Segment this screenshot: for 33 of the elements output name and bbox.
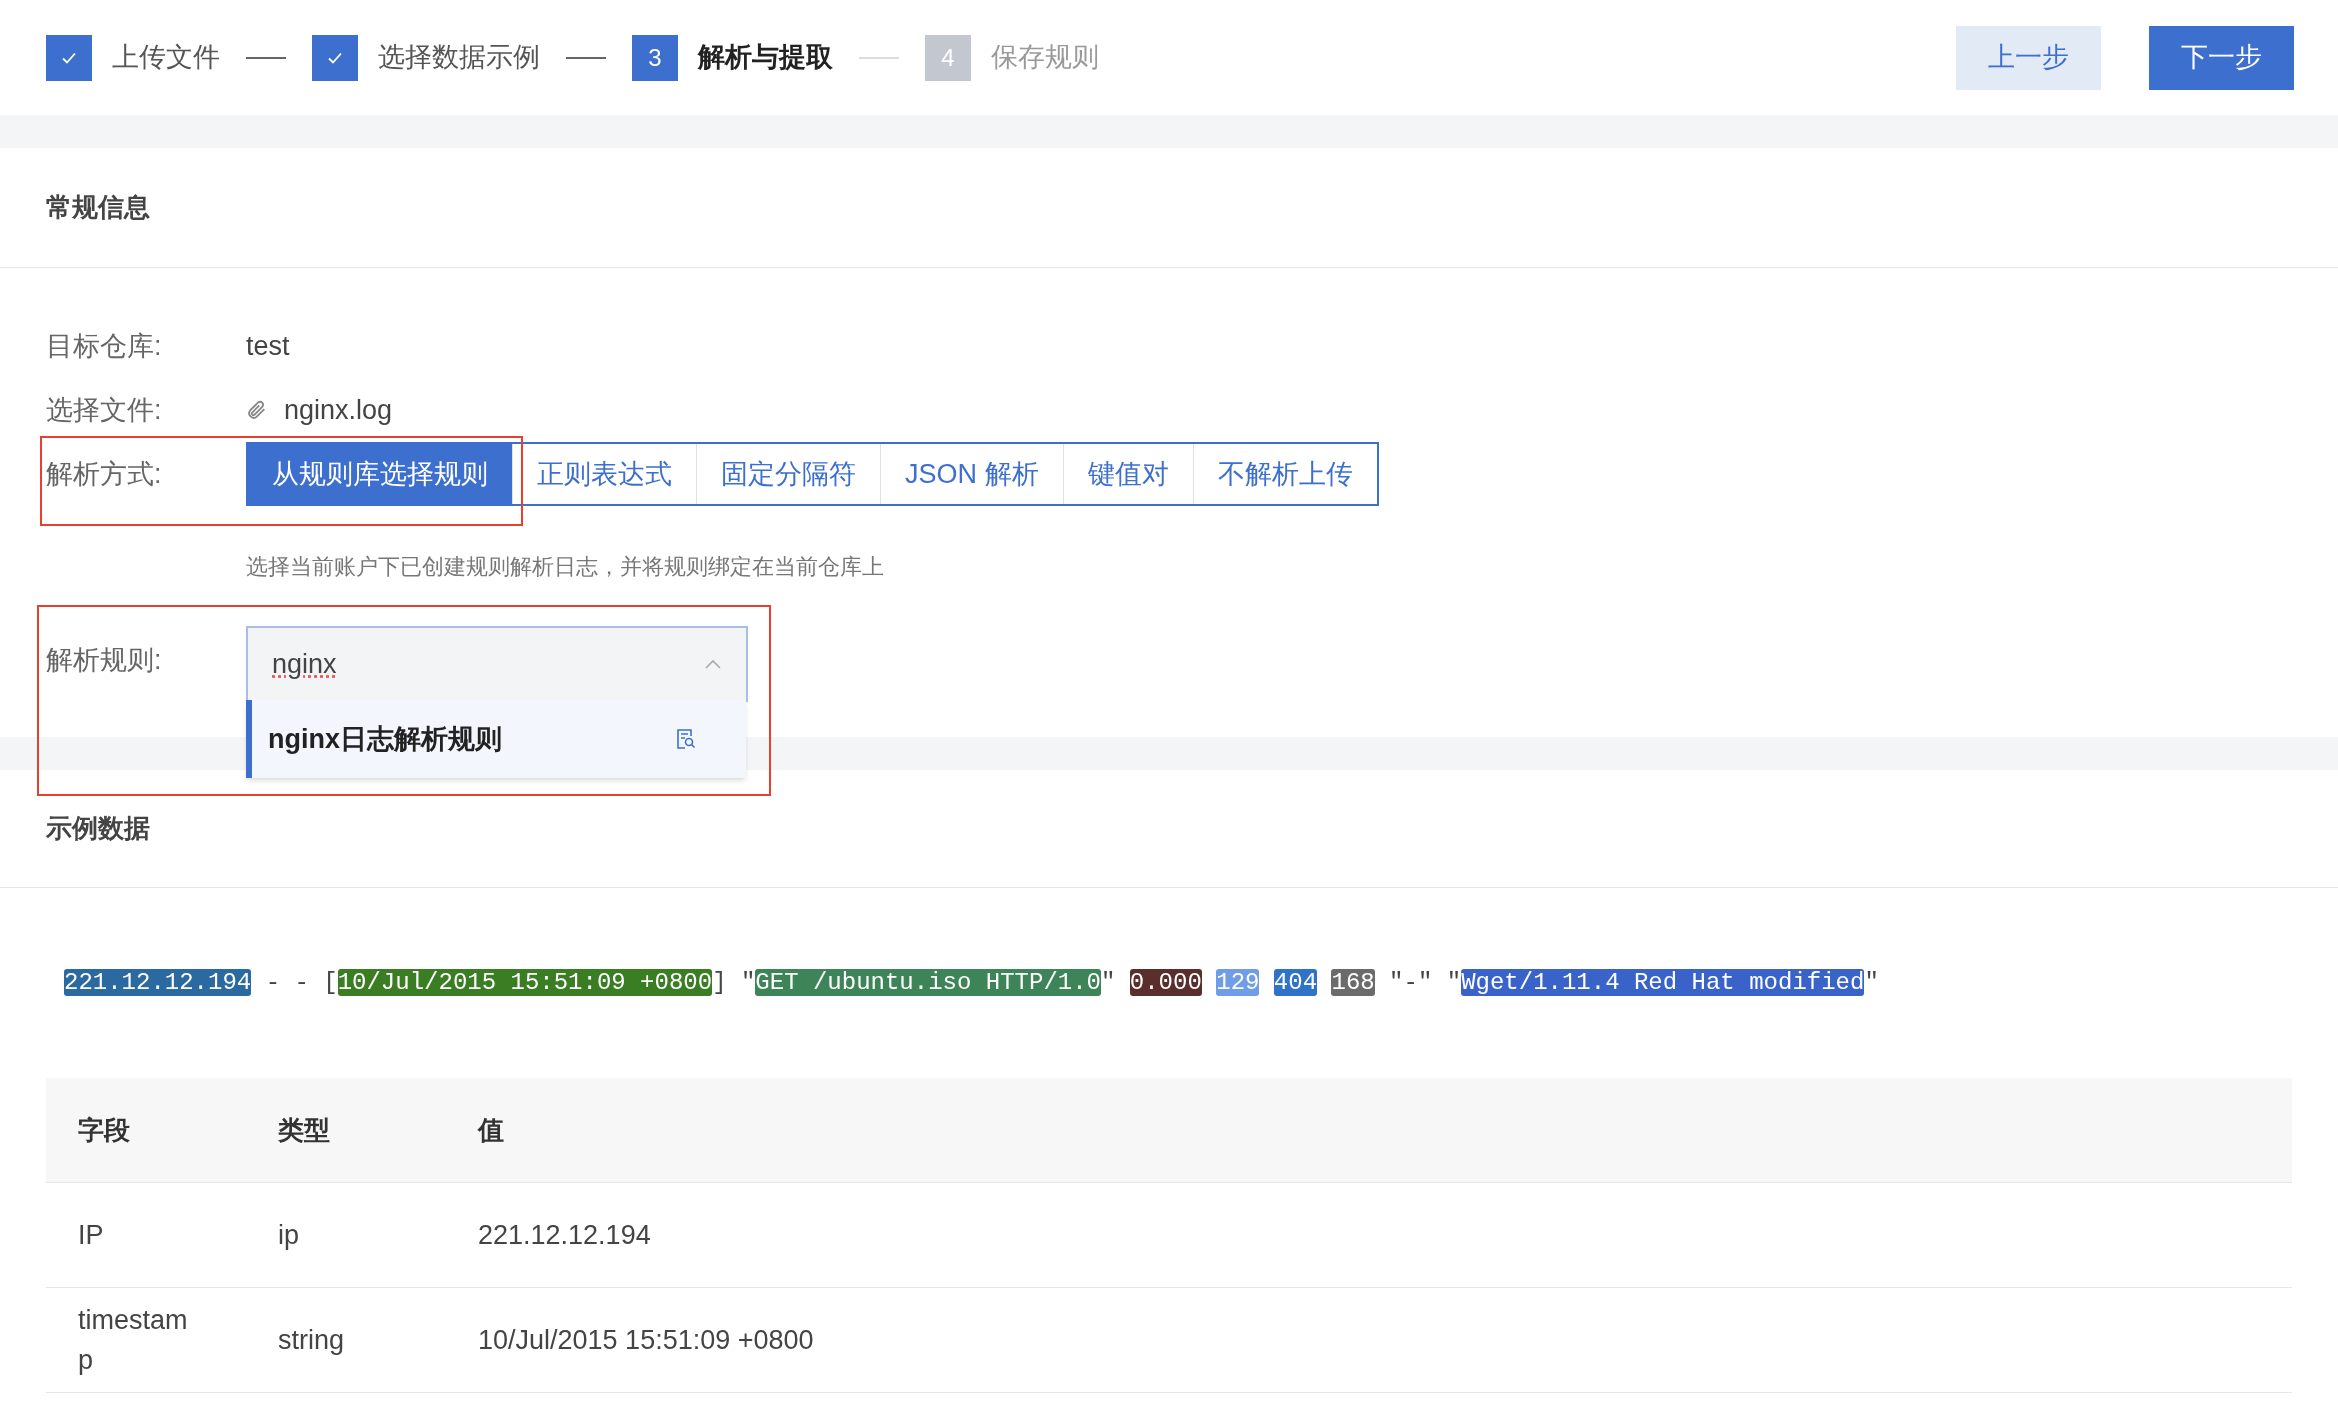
field-value: test <box>246 329 290 363</box>
table-cell-text: timestamp <box>78 1304 189 1377</box>
field-label: 解析规则: <box>46 644 163 677</box>
field-label: 目标仓库: <box>46 329 163 363</box>
chevron-up-icon <box>704 658 722 670</box>
column-header: 类型 <box>278 1114 330 1145</box>
table-cell-text: string <box>278 1324 345 1357</box>
field-value: nginx.log <box>284 393 393 427</box>
step-label: 上传文件 <box>112 41 220 75</box>
parse-mode-tab[interactable]: 从规则库选择规则 <box>248 444 512 504</box>
step-label: 解析与提取 <box>698 41 833 75</box>
hint-text: 选择当前账户下已创建规则解析日志，并将规则绑定在当前仓库上 <box>246 552 884 581</box>
field-label: 选择文件: <box>46 393 163 427</box>
section-title: 示例数据 <box>46 812 150 845</box>
log-line: 221.12.12.194 - - [10/Jul/2015 15:51:09 +0800] "GET /ubuntu.iso HTTP/1.0" 0.000 129 404 168 "-" "Wget/1.11.4 Red Hat modified" <box>64 968 1879 998</box>
table-cell-text: 10/Jul/2015 15:51:09 +0800 <box>478 1324 814 1357</box>
table-cell-text: 221.12.12.194 <box>478 1219 651 1252</box>
select-field[interactable]: nginx <box>246 626 748 702</box>
table-cell-text: ip <box>278 1219 299 1252</box>
dropdown-option[interactable]: nginx日志解析规则 <box>246 700 746 778</box>
next-button[interactable]: 下一步 <box>2149 25 2294 90</box>
back-button[interactable]: 上一步 <box>1956 25 2101 90</box>
step-label: 保存规则 <box>991 41 1099 75</box>
step-label: 选择数据示例 <box>378 41 540 75</box>
field-label: 解析方式: <box>46 457 163 491</box>
paperclip-icon <box>246 399 268 421</box>
column-header: 值 <box>478 1114 504 1145</box>
section-title: 常规信息 <box>46 191 150 224</box>
step-indicator: 4 <box>925 34 971 81</box>
step-indicator: 3 <box>632 34 678 81</box>
table-cell-text: IP <box>78 1219 104 1252</box>
column-header: 字段 <box>78 1114 130 1145</box>
document-search-icon <box>676 728 696 750</box>
